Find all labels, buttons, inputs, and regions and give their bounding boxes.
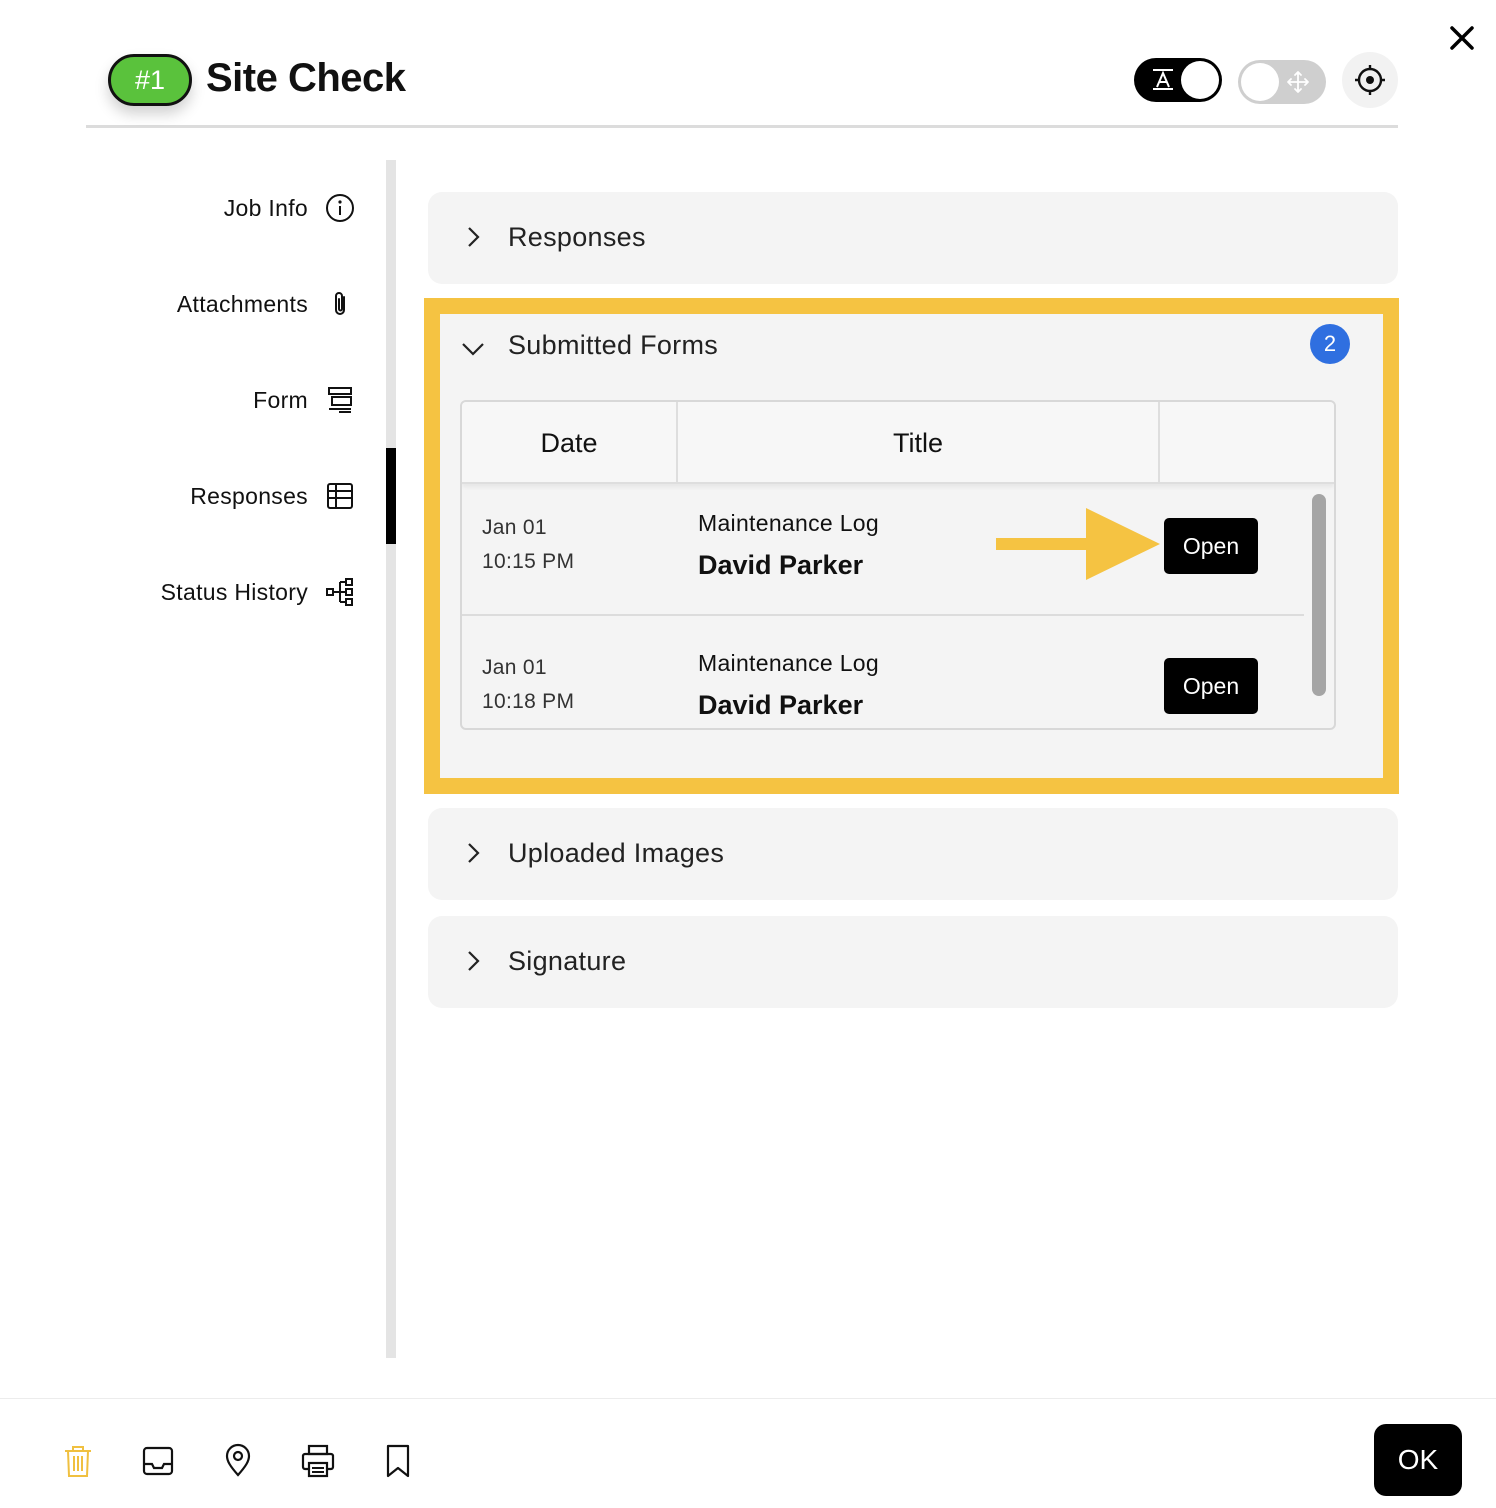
move-arrows-icon bbox=[1287, 71, 1309, 93]
text-format-icon bbox=[1153, 69, 1173, 90]
sidebar-item-status-history[interactable]: Status History bbox=[161, 568, 356, 616]
sidebar-active-indicator bbox=[386, 448, 396, 544]
print-icon bbox=[301, 1444, 335, 1478]
close-icon bbox=[1450, 26, 1474, 50]
section-title: Uploaded Images bbox=[508, 838, 725, 868]
toggle-knob bbox=[1241, 63, 1279, 101]
print-button[interactable] bbox=[298, 1441, 338, 1481]
sidebar-item-responses[interactable]: Responses bbox=[190, 472, 356, 520]
section-title: Responses bbox=[508, 222, 646, 252]
bookmark-button[interactable] bbox=[378, 1441, 418, 1481]
sidebar-item-job-info[interactable]: Job Info bbox=[224, 184, 356, 232]
chevron-down-icon[interactable] bbox=[460, 336, 486, 362]
section-title: Signature bbox=[508, 946, 627, 976]
chevron-right-icon bbox=[468, 951, 480, 971]
row-submitter: David Parker bbox=[698, 690, 864, 720]
ok-button[interactable]: OK bbox=[1374, 1424, 1462, 1496]
sidebar-item-label: Responses bbox=[190, 482, 308, 509]
sidebar-item-label: Status History bbox=[160, 578, 308, 605]
sidebar-item-label: Job Info bbox=[223, 194, 308, 221]
map-location-button[interactable] bbox=[218, 1441, 258, 1481]
sidebar-item-label: Attachments bbox=[176, 290, 308, 317]
crosshair-icon bbox=[1355, 65, 1385, 95]
inbox-icon bbox=[142, 1446, 174, 1476]
row-form-name: Maintenance Log bbox=[698, 650, 879, 676]
inbox-button[interactable] bbox=[138, 1441, 178, 1481]
column-header-actions bbox=[1160, 402, 1334, 484]
table-scrollbar[interactable] bbox=[1312, 494, 1326, 696]
move-mode-toggle[interactable] bbox=[1238, 60, 1326, 104]
chevron-right-icon bbox=[468, 843, 480, 863]
row-date: Jan 01 bbox=[482, 656, 547, 679]
info-icon bbox=[324, 192, 356, 224]
trash-icon bbox=[65, 1446, 91, 1477]
form-icon bbox=[324, 384, 356, 416]
sidebar-item-attachments[interactable]: Attachments bbox=[177, 280, 356, 328]
row-time: 10:15 PM bbox=[482, 550, 575, 573]
footer-toolbar: OK bbox=[0, 1398, 1496, 1508]
open-button[interactable]: Open bbox=[1164, 658, 1258, 714]
modal-header: #1 Site Check bbox=[86, 40, 1398, 128]
column-header-title: Title bbox=[678, 402, 1160, 484]
job-number-badge: #1 bbox=[108, 54, 192, 106]
table-header: Date Title bbox=[462, 402, 1334, 484]
hierarchy-icon bbox=[324, 576, 356, 608]
text-mode-toggle[interactable] bbox=[1134, 58, 1222, 102]
sidebar-item-form[interactable]: Form bbox=[253, 376, 356, 424]
row-form-name: Maintenance Log bbox=[698, 510, 879, 536]
bookmark-icon bbox=[386, 1444, 410, 1478]
sidebar-scroll-track[interactable] bbox=[386, 160, 396, 1358]
signature-section[interactable]: Signature bbox=[428, 916, 1398, 1008]
side-navigation: Job Info Attachments Form Responses Stat… bbox=[0, 160, 396, 1358]
locate-button[interactable] bbox=[1342, 52, 1398, 108]
table-icon bbox=[324, 480, 356, 512]
delete-button[interactable] bbox=[58, 1441, 98, 1481]
map-pin-icon bbox=[225, 1443, 251, 1477]
submitted-forms-table: Date Title Jan 01 10:15 PM Maintenance L… bbox=[460, 400, 1336, 730]
page-title: Site Check bbox=[206, 56, 406, 100]
count-badge: 2 bbox=[1310, 324, 1350, 364]
table-row: Jan 01 10:18 PM Maintenance Log David Pa… bbox=[462, 616, 1304, 728]
section-title[interactable]: Submitted Forms bbox=[508, 330, 718, 361]
row-time: 10:18 PM bbox=[482, 690, 575, 713]
row-submitter: David Parker bbox=[698, 550, 864, 580]
row-date: Jan 01 bbox=[482, 516, 547, 539]
arrow-annotation-icon bbox=[996, 508, 1160, 580]
chevron-right-icon bbox=[468, 227, 480, 247]
paperclip-icon bbox=[324, 288, 356, 320]
table-row: Jan 01 10:15 PM Maintenance Log David Pa… bbox=[462, 484, 1304, 616]
uploaded-images-section[interactable]: Uploaded Images bbox=[428, 808, 1398, 900]
sidebar-item-label: Form bbox=[253, 386, 308, 413]
column-header-date: Date bbox=[462, 402, 678, 484]
open-button[interactable]: Open bbox=[1164, 518, 1258, 574]
toggle-knob bbox=[1181, 61, 1219, 99]
responses-section[interactable]: Responses bbox=[428, 192, 1398, 284]
submitted-forms-section: Submitted Forms 2 Date Title Jan 01 10:1… bbox=[424, 298, 1399, 794]
close-button[interactable] bbox=[1444, 20, 1480, 56]
